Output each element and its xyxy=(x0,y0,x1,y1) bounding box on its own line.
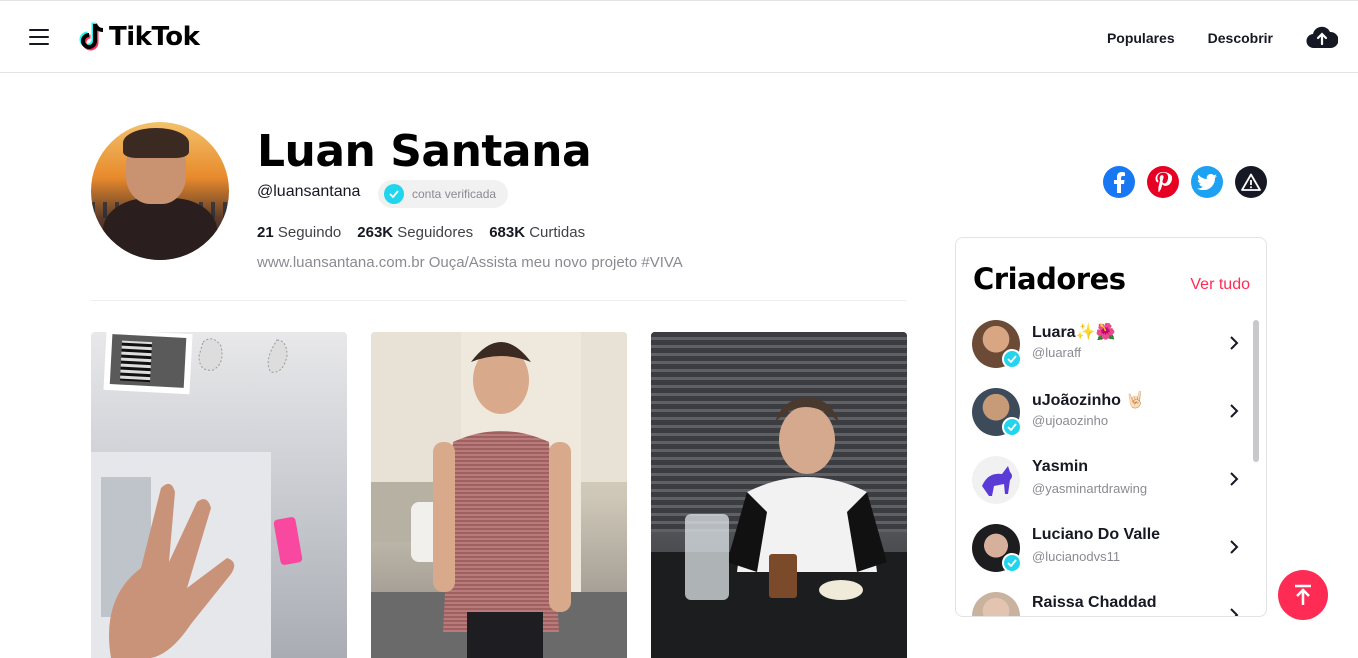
creator-name: Yasmin xyxy=(1032,458,1089,475)
verified-check-icon xyxy=(1002,417,1022,437)
tiktok-note-icon xyxy=(79,22,104,51)
top-header: TikTok Populares Descobrir xyxy=(0,0,1358,73)
chevron-right-icon xyxy=(1230,608,1239,616)
verified-check-icon xyxy=(1002,349,1022,369)
tiktok-logo[interactable]: TikTok xyxy=(79,20,200,54)
creator-handle: @ujoaozinho xyxy=(1032,413,1109,428)
creator-handle: @luaraff xyxy=(1032,345,1082,360)
verified-check-icon xyxy=(384,184,404,204)
creator-item[interactable]: Luciano Do Valle @lucianodvs11 xyxy=(956,516,1252,580)
verified-check-icon xyxy=(1002,553,1022,573)
profile-bio: www.luansantana.com.br Ouça/Assista meu … xyxy=(257,254,683,271)
creator-item[interactable]: Raissa Chaddad xyxy=(956,584,1252,616)
avatar xyxy=(972,592,1020,616)
creator-item[interactable]: uJoãozinho 🤘🏻 @ujoaozinho xyxy=(956,380,1252,444)
arrow-up-icon xyxy=(1295,584,1311,605)
profile-stats: 21 Seguindo 263K Seguidores 683K Curtida… xyxy=(257,224,585,241)
video-thumbnail[interactable] xyxy=(91,332,347,658)
chevron-right-icon xyxy=(1230,540,1239,554)
video-thumbnail[interactable] xyxy=(651,332,907,658)
creator-item[interactable]: Luara✨🌺 @luaraff xyxy=(956,312,1252,376)
creator-item[interactable]: Yasmin @yasminartdrawing xyxy=(956,448,1252,512)
facebook-icon[interactable] xyxy=(1103,166,1135,198)
likes-stat: 683K Curtidas xyxy=(489,224,586,241)
creator-name: Luara✨🌺 xyxy=(1032,324,1116,341)
pinterest-icon[interactable] xyxy=(1147,166,1179,198)
creator-name: Luciano Do Valle xyxy=(1032,526,1161,543)
following-stat: 21 Seguindo xyxy=(257,224,342,241)
menu-icon[interactable] xyxy=(29,29,49,45)
creator-handle: @yasminartdrawing xyxy=(1032,481,1148,496)
video-thumbnail[interactable] xyxy=(371,332,627,658)
creators-panel: Criadores Ver tudo Luara✨🌺 @luaraff uJoã… xyxy=(955,237,1267,617)
top-nav: Populares Descobrir xyxy=(1107,1,1358,74)
creator-handle: @lucianodvs11 xyxy=(1032,549,1121,564)
chevron-right-icon xyxy=(1230,336,1239,350)
logo-text: TikTok xyxy=(109,22,200,52)
upload-cloud-icon[interactable] xyxy=(1306,26,1338,50)
creators-title: Criadores xyxy=(973,262,1126,296)
twitter-icon[interactable] xyxy=(1191,166,1223,198)
nav-popular-link[interactable]: Populares xyxy=(1107,30,1175,46)
profile-name: Luan Santana xyxy=(257,126,592,177)
followers-stat: 263K Seguidores xyxy=(357,224,474,241)
chevron-right-icon xyxy=(1230,472,1239,486)
creator-name: uJoãozinho 🤘🏻 xyxy=(1032,392,1146,409)
profile-avatar xyxy=(91,122,229,260)
nav-discover-link[interactable]: Descobrir xyxy=(1208,30,1273,46)
see-all-link[interactable]: Ver tudo xyxy=(1190,276,1250,294)
report-icon[interactable] xyxy=(1235,166,1267,198)
avatar xyxy=(972,456,1020,504)
verified-badge: conta verificada xyxy=(378,180,509,208)
back-to-top-button[interactable] xyxy=(1278,570,1328,620)
creator-name: Raissa Chaddad xyxy=(1032,594,1157,611)
profile-handle: @luansantana xyxy=(257,183,361,200)
verified-label: conta verificada xyxy=(412,187,497,201)
chevron-right-icon xyxy=(1230,404,1239,418)
creators-scrollbar[interactable] xyxy=(1253,320,1259,462)
profile-divider xyxy=(91,300,907,301)
